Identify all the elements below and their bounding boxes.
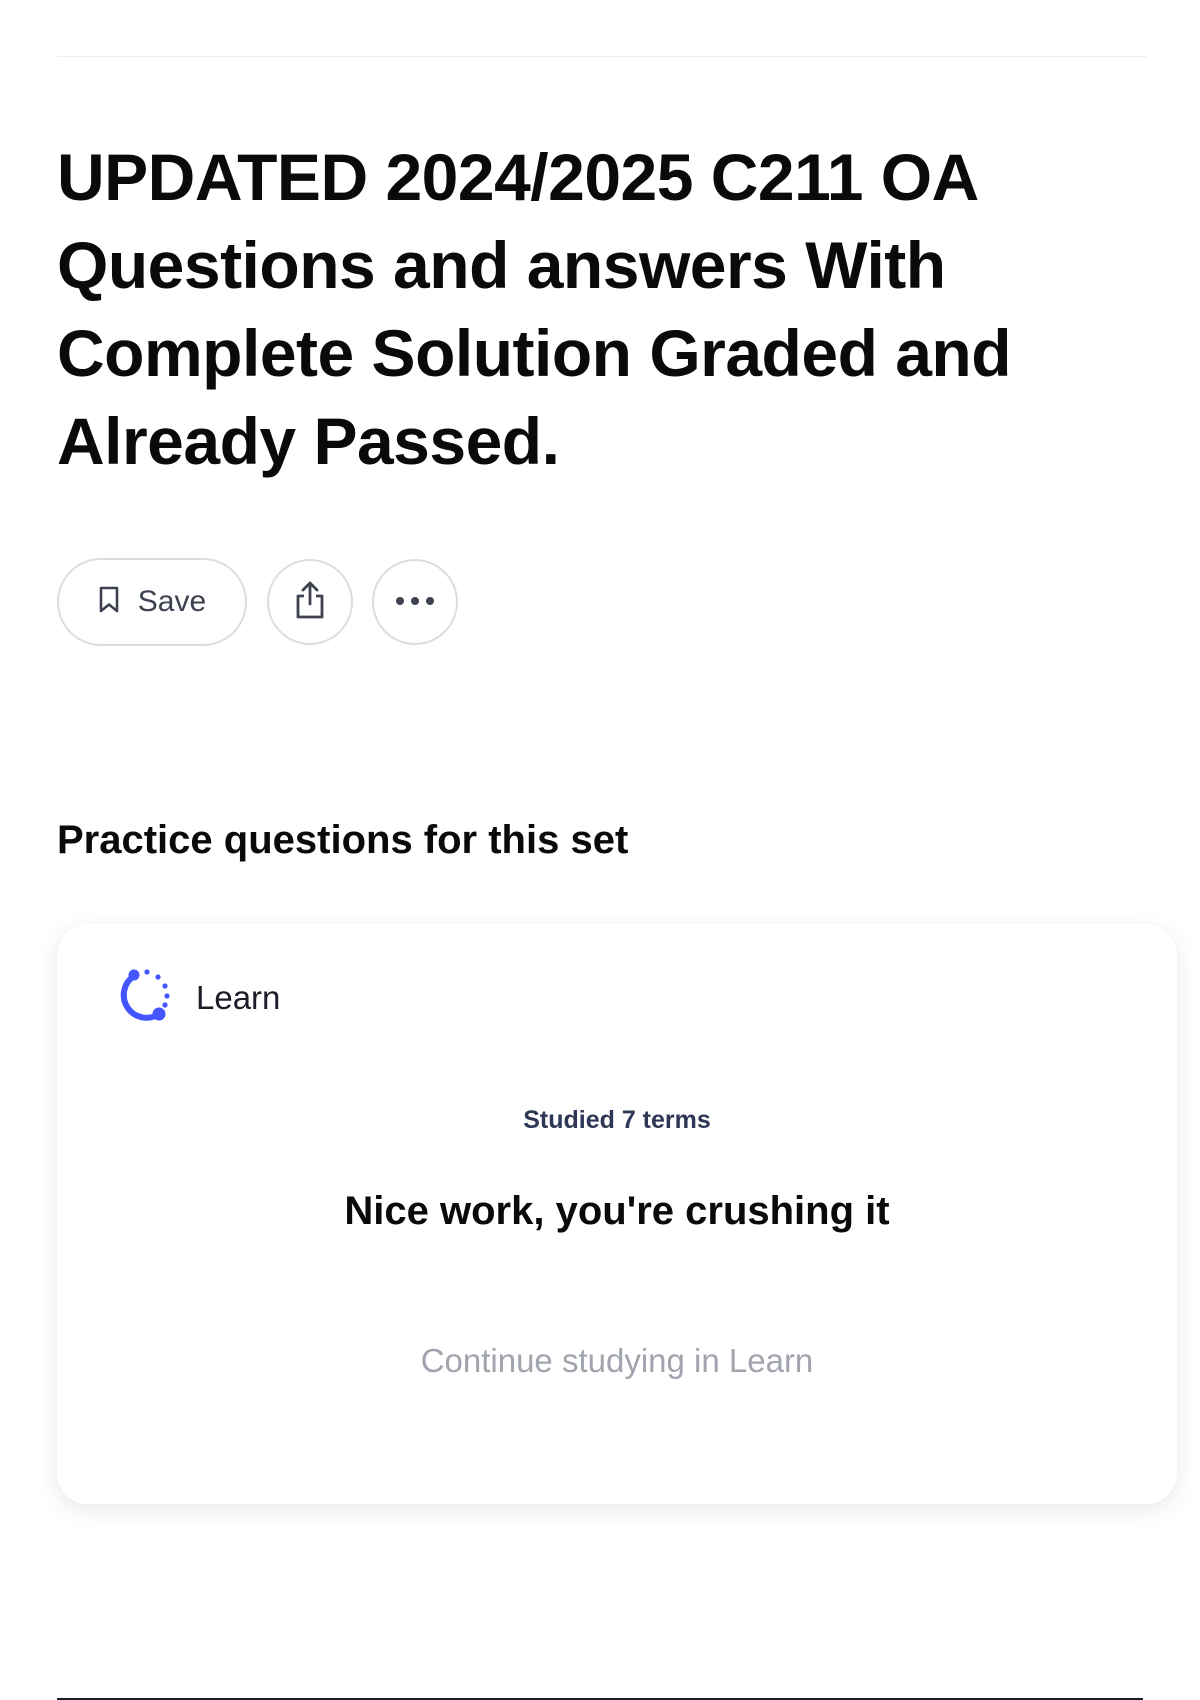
learn-card-header: Learn <box>114 964 280 1031</box>
share-button[interactable] <box>267 559 353 645</box>
practice-section-heading: Practice questions for this set <box>57 818 629 862</box>
continue-learn-button[interactable]: Continue studying in Learn <box>57 1342 1177 1380</box>
save-button[interactable]: Save <box>57 558 247 646</box>
top-divider <box>57 56 1147 57</box>
learn-mode-label: Learn <box>196 978 281 1016</box>
bookmark-icon <box>98 586 120 619</box>
progress-message: Nice work, you're crushing it <box>344 1189 890 1233</box>
learn-progress-icon <box>114 964 176 1031</box>
more-options-icon <box>394 593 436 611</box>
learn-progress-card: Learn Studied 7 terms Nice work, you're … <box>57 924 1177 1504</box>
set-title: UPDATED 2024/2025 C211 OA Questions and … <box>57 140 1012 478</box>
set-actions-toolbar: Save <box>57 558 458 646</box>
more-options-button[interactable] <box>372 559 458 645</box>
studied-terms-count: Studied 7 terms <box>523 1106 711 1134</box>
save-button-label: Save <box>137 585 207 618</box>
page: UPDATED 2024/2025 C211 OA Questions and … <box>0 0 1200 1700</box>
share-icon <box>291 579 329 626</box>
